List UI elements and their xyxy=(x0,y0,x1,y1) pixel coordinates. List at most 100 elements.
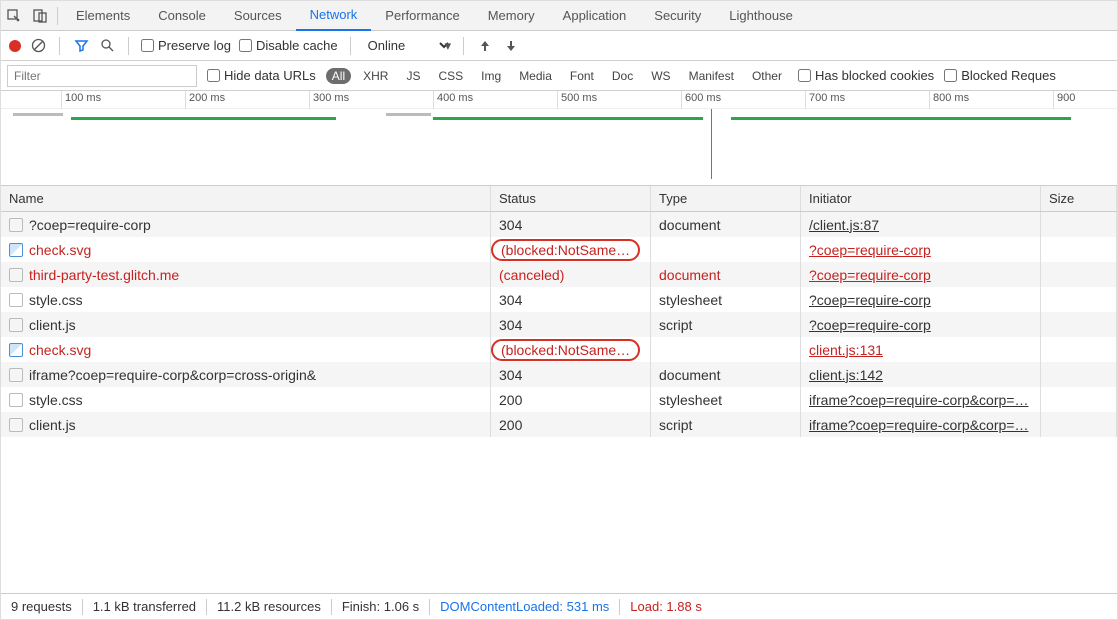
filter-type-js[interactable]: JS xyxy=(400,68,426,84)
tab-console[interactable]: Console xyxy=(144,1,220,31)
separator xyxy=(128,37,129,55)
upload-har-icon[interactable] xyxy=(476,37,494,55)
request-table: Name Status Type Initiator Size ?coep=re… xyxy=(1,186,1117,593)
load-time: Load: 1.88 s xyxy=(630,599,702,614)
separator xyxy=(350,37,351,55)
filter-type-doc[interactable]: Doc xyxy=(606,68,639,84)
clear-icon[interactable] xyxy=(29,37,47,55)
cell-size xyxy=(1041,362,1117,387)
initiator-link[interactable]: iframe?coep=require-corp&corp=… xyxy=(809,392,1028,408)
initiator-link[interactable]: /client.js:87 xyxy=(809,217,879,233)
timeline-tick: 500 ms xyxy=(557,91,597,109)
devtools-tabs: ElementsConsoleSourcesNetworkPerformance… xyxy=(1,1,1117,31)
preserve-log-checkbox[interactable]: Preserve log xyxy=(141,38,231,53)
tab-security[interactable]: Security xyxy=(640,1,715,31)
table-row[interactable]: style.css200stylesheetiframe?coep=requir… xyxy=(1,387,1117,412)
initiator-link[interactable]: ?coep=require-corp xyxy=(809,267,931,283)
initiator-link[interactable]: client.js:131 xyxy=(809,342,883,358)
finish-time: Finish: 1.06 s xyxy=(342,599,419,614)
cell-status: (canceled) xyxy=(491,262,651,287)
cell-status: (blocked:NotSame… xyxy=(491,237,651,262)
filter-bar: Hide data URLs All XHR JS CSS Img Media Font Do… xyxy=(1,61,1117,91)
initiator-link[interactable]: ?coep=require-corp xyxy=(809,317,931,333)
initiator-link[interactable]: iframe?coep=require-corp&corp=… xyxy=(809,417,1028,433)
filter-type-manifest[interactable]: Manifest xyxy=(683,68,740,84)
has-blocked-cookies-label: Has blocked cookies xyxy=(815,68,934,83)
cell-name: iframe?coep=require-corp&corp=cross-orig… xyxy=(1,362,491,387)
cell-initiator: iframe?coep=require-corp&corp=… xyxy=(801,412,1041,437)
cell-size xyxy=(1041,387,1117,412)
table-row[interactable]: client.js304script?coep=require-corp xyxy=(1,312,1117,337)
domcontentloaded-time: DOMContentLoaded: 531 ms xyxy=(440,599,609,614)
cell-size xyxy=(1041,337,1117,362)
filter-type-ws[interactable]: WS xyxy=(645,68,676,84)
tab-performance[interactable]: Performance xyxy=(371,1,473,31)
filter-type-css[interactable]: CSS xyxy=(432,68,469,84)
table-row[interactable]: third-party-test.glitch.me(canceled)docu… xyxy=(1,262,1117,287)
preserve-log-label: Preserve log xyxy=(158,38,231,53)
record-button[interactable] xyxy=(9,40,21,52)
table-row[interactable]: ?coep=require-corp304document/client.js:… xyxy=(1,212,1117,237)
cell-name: check.svg xyxy=(1,337,491,362)
blocked-requests-checkbox[interactable]: Blocked Reques xyxy=(944,68,1056,83)
tab-lighthouse[interactable]: Lighthouse xyxy=(715,1,807,31)
cell-initiator: client.js:142 xyxy=(801,362,1041,387)
table-row[interactable]: check.svg (blocked:NotSame… client.js:131 xyxy=(1,337,1117,362)
filter-type-img[interactable]: Img xyxy=(475,68,507,84)
document-file-icon xyxy=(9,368,23,382)
tab-memory[interactable]: Memory xyxy=(474,1,549,31)
disable-cache-checkbox[interactable]: Disable cache xyxy=(239,38,338,53)
cell-type xyxy=(651,237,801,262)
timeline-overview[interactable]: 100 ms200 ms300 ms400 ms500 ms600 ms700 … xyxy=(1,91,1117,186)
table-row[interactable]: check.svg (blocked:NotSame… ?coep=require-… xyxy=(1,237,1117,262)
tab-elements[interactable]: Elements xyxy=(62,1,144,31)
image-file-icon xyxy=(9,243,23,257)
search-icon[interactable] xyxy=(98,37,116,55)
hide-data-urls-checkbox[interactable]: Hide data URLs xyxy=(207,68,316,83)
cell-type: script xyxy=(651,312,801,337)
has-blocked-cookies-checkbox[interactable]: Has blocked cookies xyxy=(798,68,934,83)
col-name[interactable]: Name xyxy=(1,186,491,211)
col-size[interactable]: Size xyxy=(1041,186,1117,211)
initiator-link[interactable]: client.js:142 xyxy=(809,367,883,383)
throttling-select[interactable]: Online xyxy=(363,36,453,55)
timeline-tick: 700 ms xyxy=(805,91,845,109)
filter-icon[interactable] xyxy=(72,37,90,55)
image-file-icon xyxy=(9,343,23,357)
initiator-link[interactable]: ?coep=require-corp xyxy=(809,292,931,308)
filter-type-media[interactable]: Media xyxy=(513,68,558,84)
filter-type-xhr[interactable]: XHR xyxy=(357,68,394,84)
cell-initiator: iframe?coep=require-corp&corp=… xyxy=(801,387,1041,412)
filter-input[interactable] xyxy=(7,65,197,87)
status-blocked-highlight: (blocked:NotSame… xyxy=(491,339,640,361)
filter-type-all[interactable]: All xyxy=(326,68,351,84)
initiator-link[interactable]: ?coep=require-corp xyxy=(809,242,931,258)
col-initiator[interactable]: Initiator xyxy=(801,186,1041,211)
col-status[interactable]: Status xyxy=(491,186,651,211)
request-name: style.css xyxy=(29,292,83,308)
network-toolbar: Preserve log Disable cache Online ▾ xyxy=(1,31,1117,61)
cell-status: 304 xyxy=(491,287,651,312)
inspect-icon[interactable] xyxy=(1,1,27,31)
request-name: third-party-test.glitch.me xyxy=(29,267,179,283)
cell-initiator: ?coep=require-corp xyxy=(801,237,1041,262)
cell-name: client.js xyxy=(1,312,491,337)
download-har-icon[interactable] xyxy=(502,37,520,55)
filter-type-other[interactable]: Other xyxy=(746,68,788,84)
cell-initiator: ?coep=require-corp xyxy=(801,312,1041,337)
timeline-tick: 400 ms xyxy=(433,91,473,109)
device-toggle-icon[interactable] xyxy=(27,1,53,31)
request-name: check.svg xyxy=(29,242,91,258)
cell-name: client.js xyxy=(1,412,491,437)
tab-sources[interactable]: Sources xyxy=(220,1,296,31)
cell-status: 304 xyxy=(491,212,651,237)
tab-network[interactable]: Network xyxy=(296,1,372,31)
col-type[interactable]: Type xyxy=(651,186,801,211)
cell-name: check.svg xyxy=(1,237,491,262)
table-row[interactable]: style.css304stylesheet?coep=require-corp xyxy=(1,287,1117,312)
request-name: check.svg xyxy=(29,342,91,358)
tab-application[interactable]: Application xyxy=(549,1,641,31)
filter-type-font[interactable]: Font xyxy=(564,68,600,84)
table-row[interactable]: iframe?coep=require-corp&corp=cross-orig… xyxy=(1,362,1117,387)
table-row[interactable]: client.js200scriptiframe?coep=require-co… xyxy=(1,412,1117,437)
